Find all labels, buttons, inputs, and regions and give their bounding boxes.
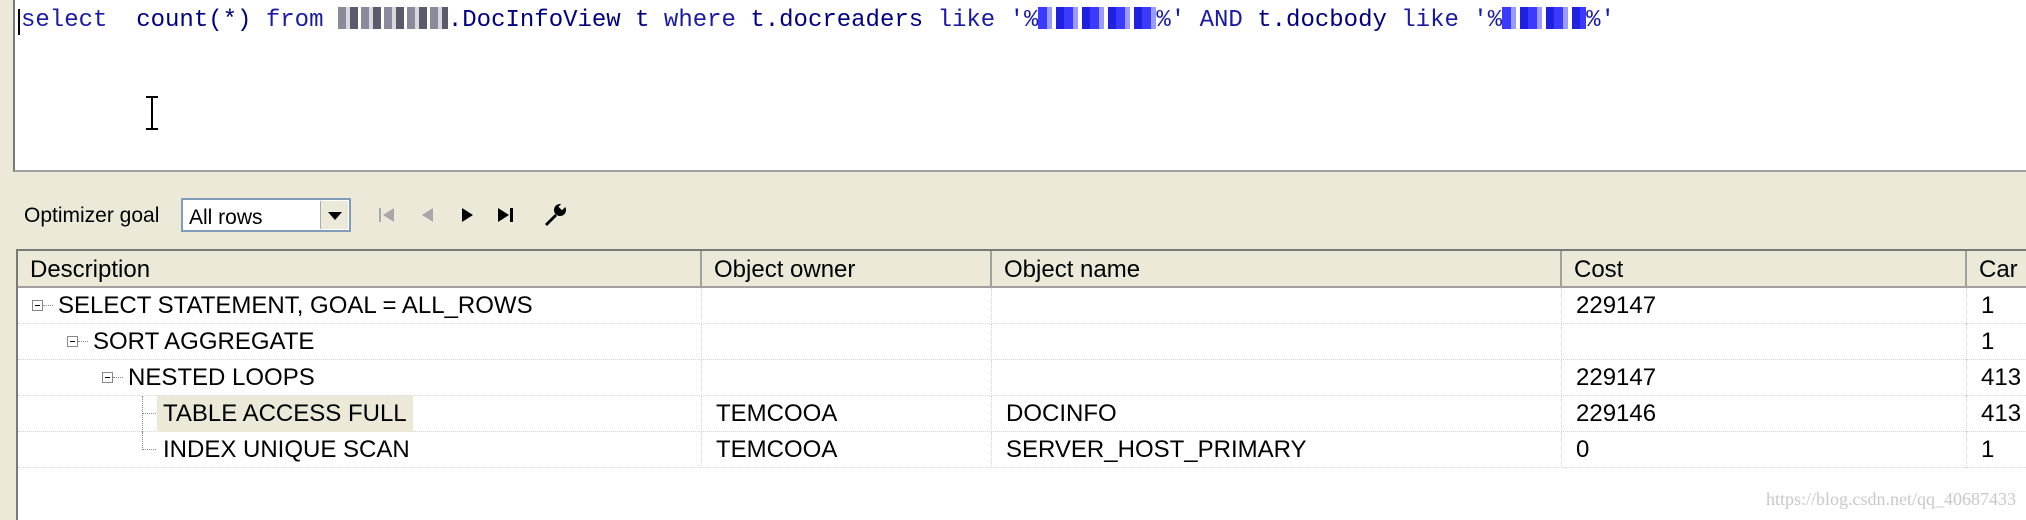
chevron-down-icon[interactable] <box>320 201 348 229</box>
cardinality-cell: 1 <box>1967 432 2026 468</box>
next-record-icon[interactable] <box>452 200 482 230</box>
cost-cell: 229147 <box>1562 360 1967 396</box>
column-header-object-owner[interactable]: Object owner <box>702 251 992 288</box>
plan-description-cell: NESTED LOOPS <box>18 360 702 396</box>
sql-token: like <box>1401 7 1459 34</box>
cost-cell: 229146 <box>1562 396 1967 432</box>
cardinality-cell: 413 <box>1967 396 2026 432</box>
cardinality-cell: 413 <box>1967 360 2026 396</box>
sql-token: '% <box>995 7 1039 34</box>
plan-operation: NESTED LOOPS <box>128 364 315 391</box>
sql-token: '% <box>1458 7 1503 34</box>
object-owner-cell <box>702 360 992 396</box>
collapse-node-icon[interactable] <box>67 336 78 347</box>
sql-token: .DocInfoView t <box>447 7 664 34</box>
optimizer-goal-value: All rows <box>189 206 263 229</box>
last-record-icon[interactable] <box>491 200 521 230</box>
object-owner-cell: TEMCOOA <box>702 432 992 468</box>
plan-description-cell: SORT AGGREGATE <box>18 324 702 360</box>
optimizer-goal-select[interactable]: All rows <box>181 198 351 232</box>
cost-cell: 229147 <box>1562 288 1967 324</box>
object-owner-cell: TEMCOOA <box>702 396 992 432</box>
object-owner-cell <box>702 324 992 360</box>
plan-row[interactable]: INDEX UNIQUE SCAN TEMCOOA SERVER_HOST_PRIM… <box>18 432 2026 468</box>
sql-token: count(*) <box>107 7 266 34</box>
explain-plan-grid: Description Object owner Object name Cos… <box>16 249 2026 520</box>
object-name-cell: DOCINFO <box>992 396 1562 432</box>
cardinality-cell: 1 <box>1967 288 2026 324</box>
sql-token: t.docbody <box>1242 7 1402 34</box>
sql-token: %' <box>1156 7 1200 34</box>
column-header-object-name[interactable]: Object name <box>992 251 1562 288</box>
redacted-text <box>337 7 448 29</box>
object-name-cell <box>992 360 1562 396</box>
previous-record-icon[interactable] <box>413 200 443 230</box>
collapse-node-icon[interactable] <box>102 372 113 383</box>
plan-row[interactable]: SELECT STATEMENT, GOAL = ALL_ROWS 229147 1 <box>18 288 2026 324</box>
cost-cell <box>1562 324 1967 360</box>
plan-operation: TABLE ACCESS FULL <box>157 396 413 432</box>
text-caret <box>18 9 20 35</box>
plan-operation: INDEX UNIQUE SCAN <box>163 436 410 463</box>
collapse-node-icon[interactable] <box>32 300 43 311</box>
sql-token: from <box>265 7 324 34</box>
redacted-text <box>1502 7 1587 29</box>
plan-description-cell: TABLE ACCESS FULL <box>18 396 702 432</box>
plan-operation: SELECT STATEMENT, GOAL = ALL_ROWS <box>58 292 533 319</box>
column-header-cardinality[interactable]: Car <box>1967 251 2026 288</box>
plan-operation: SORT AGGREGATE <box>93 328 315 355</box>
sql-statement[interactable]: select count(*) from .DocInfoView t wher… <box>21 6 1615 36</box>
sql-token: AND <box>1199 7 1243 34</box>
plan-row[interactable]: NESTED LOOPS 229147 413 <box>18 360 2026 396</box>
sql-token: where <box>663 7 736 34</box>
redacted-text <box>1038 7 1157 29</box>
plan-toolbar: Optimizer goal All rows <box>0 190 2026 240</box>
sql-token: select <box>21 7 108 34</box>
sql-editor[interactable]: select count(*) from .DocInfoView t wher… <box>13 0 2026 172</box>
sql-token: like <box>937 7 996 34</box>
plan-row[interactable]: SORT AGGREGATE 1 <box>18 324 2026 360</box>
watermark: https://blog.csdn.net/qq_40687433 <box>1766 489 2016 509</box>
optimizer-goal-label: Optimizer goal <box>24 204 160 227</box>
object-name-cell <box>992 324 1562 360</box>
column-header-cost[interactable]: Cost <box>1562 251 1967 288</box>
column-header-description[interactable]: Description <box>18 251 702 288</box>
wrench-icon[interactable] <box>540 200 570 230</box>
plan-description-cell: INDEX UNIQUE SCAN <box>18 432 702 468</box>
object-owner-cell <box>702 288 992 324</box>
plan-description-cell: SELECT STATEMENT, GOAL = ALL_ROWS <box>18 288 702 324</box>
object-name-cell: SERVER_HOST_PRIMARY <box>992 432 1562 468</box>
sql-token: t.docreaders <box>735 7 938 34</box>
ibeam-cursor-icon <box>145 96 159 130</box>
cost-cell: 0 <box>1562 432 1967 468</box>
first-record-icon[interactable] <box>372 200 402 230</box>
object-name-cell <box>992 288 1562 324</box>
plan-row[interactable]: TABLE ACCESS FULL TEMCOOA DOCINFO 229146 413 <box>18 396 2026 432</box>
sql-token: %' <box>1586 7 1615 34</box>
cardinality-cell: 1 <box>1967 324 2026 360</box>
